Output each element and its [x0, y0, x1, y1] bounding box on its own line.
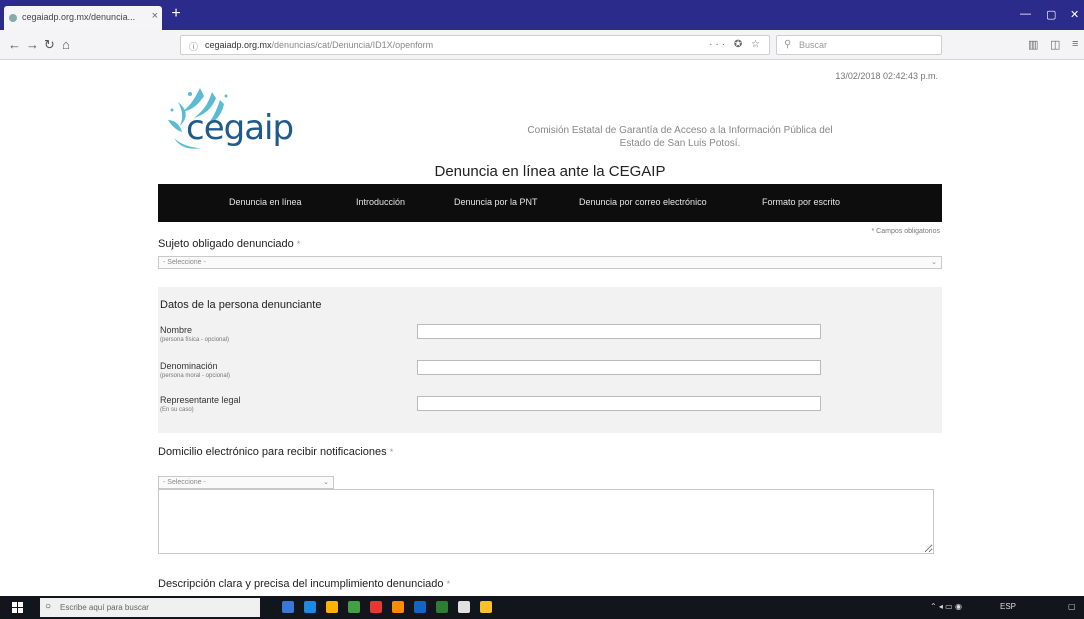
required-fields-note: * Campos obligatorios — [871, 228, 940, 235]
reload-icon[interactable]: ↻ — [44, 37, 55, 53]
nombre-label: Nombre — [160, 325, 193, 335]
logo-text: cegaip — [186, 108, 294, 148]
representante-hint: (En su caso) — [160, 407, 194, 413]
denominacion-label: Denominación — [160, 361, 218, 371]
subject-label: Sujeto obligado denunciado * — [158, 238, 300, 250]
nombre-input[interactable] — [417, 324, 821, 339]
taskbar-app-icon[interactable] — [480, 601, 492, 613]
browser-toolbar: ← → ↻ ⌂ ⓘ cegaiadp.org.mx/denuncias/cat/… — [0, 30, 1084, 60]
taskbar-search-input[interactable]: ○ Escribe aquí para buscar — [40, 598, 260, 617]
new-tab-button[interactable]: + — [168, 6, 184, 24]
url-path: /denuncias/cat/Denuncia/ID1X/openform — [271, 40, 434, 50]
taskbar-app-icon[interactable] — [436, 601, 448, 613]
representante-label: Representante legal — [160, 395, 241, 405]
subject-select-value: - Seleccione - — [163, 259, 206, 266]
back-icon[interactable]: ← — [8, 37, 21, 52]
page-actions-icon[interactable]: ··· ✪ ☆ — [709, 39, 763, 50]
tab-close-icon[interactable]: × — [152, 10, 158, 22]
notification-select-value: - Seleccione - — [163, 479, 206, 486]
menu-item-introduccion[interactable]: Introducción — [356, 197, 405, 207]
taskbar-app-icon[interactable] — [326, 601, 338, 613]
taskbar-app-icon[interactable] — [348, 601, 360, 613]
close-window-icon[interactable]: ✕ — [1070, 8, 1079, 21]
org-name-line2: Estado de San Luis Potosí. — [619, 138, 741, 149]
page-title: Denuncia en línea ante la CEGAIP — [434, 163, 666, 180]
info-icon[interactable]: ⓘ — [189, 40, 198, 53]
description-label: Descripción clara y precisa del incumpli… — [158, 578, 450, 590]
taskbar-search-placeholder: Escribe aquí para buscar — [60, 603, 149, 612]
home-icon[interactable]: ⌂ — [62, 37, 70, 52]
notification-label: Domicilio electrónico para recibir notif… — [158, 446, 393, 458]
menu-item-formato-escrito[interactable]: Formato por escrito — [762, 197, 840, 207]
notification-select[interactable]: - Seleccione - ⌄ — [158, 476, 334, 489]
maximize-icon[interactable]: ▢ — [1046, 8, 1056, 21]
menu-item-denuncia-pnt[interactable]: Denuncia por la PNT — [454, 197, 538, 207]
chevron-down-icon: ⌄ — [323, 479, 329, 486]
subject-label-text: Sujeto obligado denunciado — [158, 238, 294, 250]
minimize-icon[interactable]: — — [1020, 8, 1031, 20]
browser-search-input[interactable]: ⚲ Buscar — [776, 35, 942, 55]
cortana-icon: ○ — [45, 601, 52, 612]
representante-input[interactable] — [417, 396, 821, 411]
menu-item-denuncia-correo[interactable]: Denuncia por correo electrónico — [579, 197, 707, 207]
taskbar-app-icon[interactable] — [370, 601, 382, 613]
sidebar-icon[interactable]: ◫ — [1050, 38, 1060, 51]
description-label-text: Descripción clara y precisa del incumpli… — [158, 578, 444, 590]
denominacion-input[interactable] — [417, 360, 821, 375]
tray-icons[interactable]: ⌃ ◂ ▭ ◉ — [930, 602, 962, 611]
org-name-line1: Comisión Estatal de Garantía de Acceso a… — [527, 125, 833, 136]
notification-textarea[interactable] — [158, 489, 934, 554]
required-mark: * — [446, 579, 451, 589]
browser-titlebar: cegaiadp.org.mx/denuncia... × + — ▢ ✕ — [0, 0, 1084, 30]
timestamp: 13/02/2018 02:42:43 p.m. — [835, 71, 938, 81]
complainant-section-title: Datos de la persona denunciante — [160, 299, 322, 311]
tab-title: cegaiadp.org.mx/denuncia... — [22, 12, 136, 22]
main-menu: Denuncia en línea Introducción Denuncia … — [158, 184, 942, 222]
notifications-icon[interactable]: ▢ — [1068, 602, 1076, 611]
required-mark: * — [389, 447, 394, 457]
menu-icon[interactable]: ≡ — [1072, 38, 1078, 50]
browser-search-placeholder: Buscar — [799, 40, 828, 50]
browser-tab[interactable]: cegaiadp.org.mx/denuncia... × — [4, 6, 162, 30]
required-mark: * — [296, 239, 301, 249]
taskbar-app-icon[interactable] — [392, 601, 404, 613]
menu-item-denuncia-en-linea[interactable]: Denuncia en línea — [229, 197, 302, 207]
taskbar-app-icon[interactable] — [282, 601, 294, 613]
organization-name: Comisión Estatal de Garantía de Acceso a… — [470, 124, 890, 150]
url-host: cegaiadp.org.mx — [205, 40, 272, 50]
denominacion-hint: (persona moral - opcional) — [160, 373, 231, 379]
tray-language[interactable]: ESP — [1000, 602, 1016, 611]
cegaip-logo: cegaip — [160, 86, 330, 160]
library-icon[interactable]: ▥ — [1028, 38, 1038, 51]
windows-start-icon[interactable] — [12, 602, 24, 614]
favicon-icon — [9, 14, 17, 22]
taskbar-app-icon[interactable] — [458, 601, 470, 613]
subject-select[interactable]: - Seleccione - ⌄ — [158, 256, 942, 269]
forward-icon[interactable]: → — [26, 37, 39, 52]
windows-taskbar: ○ Escribe aquí para buscar ⌃ ◂ ▭ ◉ ESP ▢ — [0, 596, 1084, 619]
nombre-hint: (persona física - opcional) — [160, 337, 230, 343]
taskbar-app-icon[interactable] — [414, 601, 426, 613]
address-bar[interactable]: ⓘ cegaiadp.org.mx/denuncias/cat/Denuncia… — [180, 35, 770, 55]
complainant-panel: Datos de la persona denunciante Nombre (… — [158, 287, 942, 433]
taskbar-app-icon[interactable] — [304, 601, 316, 613]
chevron-down-icon: ⌄ — [931, 259, 937, 266]
notification-label-text: Domicilio electrónico para recibir notif… — [158, 446, 387, 458]
search-icon: ⚲ — [784, 39, 792, 50]
